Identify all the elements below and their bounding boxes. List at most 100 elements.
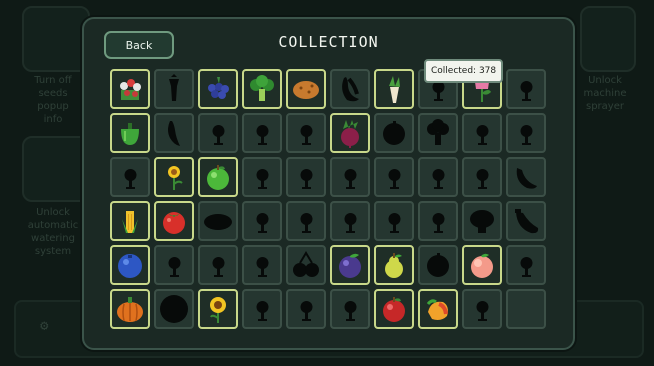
potato-icon xyxy=(291,74,321,104)
collection-slot[interactable] xyxy=(506,289,546,329)
collection-slot[interactable] xyxy=(330,157,370,197)
blueberry-icon xyxy=(115,250,145,280)
collection-slot[interactable] xyxy=(330,201,370,241)
collection-slot[interactable] xyxy=(110,245,150,285)
collection-slot[interactable] xyxy=(110,113,150,153)
tree-silhouette-icon xyxy=(511,250,541,280)
sunflower-icon xyxy=(203,294,233,324)
collection-slot[interactable] xyxy=(374,289,414,329)
tree-silhouette-icon xyxy=(203,250,233,280)
collection-slot[interactable] xyxy=(242,113,282,153)
collection-slot[interactable] xyxy=(374,113,414,153)
collection-slot[interactable] xyxy=(154,113,194,153)
collection-slot[interactable] xyxy=(374,69,414,109)
tree-silhouette-icon xyxy=(379,206,409,236)
corn-icon xyxy=(115,206,145,236)
collection-slot[interactable] xyxy=(154,245,194,285)
collection-slot[interactable] xyxy=(418,245,458,285)
collection-slot[interactable] xyxy=(198,289,238,329)
collection-slot[interactable] xyxy=(330,245,370,285)
collection-slot[interactable] xyxy=(198,201,238,241)
tree-silhouette-icon xyxy=(203,118,233,148)
collection-slot[interactable] xyxy=(110,157,150,197)
peach-icon xyxy=(467,250,497,280)
round-silhouette-icon xyxy=(423,250,453,280)
collection-slot[interactable] xyxy=(154,289,194,329)
collection-slot[interactable] xyxy=(242,201,282,241)
collection-slot[interactable] xyxy=(330,289,370,329)
tree-silhouette-icon xyxy=(467,118,497,148)
collection-slot[interactable] xyxy=(506,157,546,197)
collection-slot[interactable] xyxy=(462,113,502,153)
collection-slot[interactable] xyxy=(506,245,546,285)
collection-slot[interactable] xyxy=(242,69,282,109)
collection-slot[interactable] xyxy=(242,245,282,285)
collection-slot[interactable] xyxy=(198,69,238,109)
melon-silhouette-icon xyxy=(159,294,189,324)
collection-slot[interactable] xyxy=(198,157,238,197)
cucumber-silhouette-icon xyxy=(511,162,541,192)
collected-tooltip: Collected: 378 xyxy=(424,59,504,83)
collection-slot[interactable] xyxy=(154,201,194,241)
tree-silhouette-icon xyxy=(291,162,321,192)
collection-slot[interactable] xyxy=(506,113,546,153)
collection-slot[interactable] xyxy=(418,157,458,197)
tree-silhouette-icon xyxy=(511,74,541,104)
flower-bouquet-icon xyxy=(115,74,145,104)
collection-slot[interactable] xyxy=(198,113,238,153)
collection-slot[interactable] xyxy=(110,289,150,329)
collection-slot[interactable] xyxy=(374,201,414,241)
collection-slot[interactable] xyxy=(330,69,370,109)
gear-icon: ⚙ xyxy=(40,318,49,334)
parsnip-icon xyxy=(379,74,409,104)
tree-silhouette-icon xyxy=(247,118,277,148)
tree-silhouette-icon xyxy=(291,206,321,236)
blueberries-icon xyxy=(203,74,233,104)
tomato-icon xyxy=(159,206,189,236)
tree-silhouette-icon xyxy=(291,294,321,324)
tree-silhouette-icon xyxy=(247,162,277,192)
collection-slot[interactable] xyxy=(418,113,458,153)
collection-slot[interactable] xyxy=(242,157,282,197)
broccoli-silhouette-icon xyxy=(423,118,453,148)
collection-slot[interactable] xyxy=(154,69,194,109)
red-apple-icon xyxy=(379,294,409,324)
collection-slot[interactable] xyxy=(286,113,326,153)
collection-slot[interactable] xyxy=(286,201,326,241)
collection-slot[interactable] xyxy=(462,157,502,197)
carrot-silhouette-icon xyxy=(159,74,189,104)
collection-slot[interactable] xyxy=(330,113,370,153)
collection-slot[interactable] xyxy=(286,157,326,197)
collection-slot[interactable] xyxy=(286,245,326,285)
pear-icon xyxy=(379,250,409,280)
collection-slot[interactable] xyxy=(374,245,414,285)
collection-slot[interactable] xyxy=(506,69,546,109)
tree-silhouette-icon xyxy=(115,162,145,192)
collection-slot[interactable] xyxy=(286,289,326,329)
collection-slot[interactable] xyxy=(374,157,414,197)
collection-slot[interactable] xyxy=(462,245,502,285)
banana-silhouette-icon xyxy=(335,74,365,104)
collection-slot[interactable] xyxy=(462,201,502,241)
cherries-silhouette-icon xyxy=(291,250,321,280)
tree-silhouette-icon xyxy=(247,206,277,236)
collection-slot[interactable] xyxy=(418,289,458,329)
collection-slot[interactable] xyxy=(110,69,150,109)
collection-slot[interactable] xyxy=(198,245,238,285)
potato-silhouette-icon xyxy=(203,206,233,236)
bg-card xyxy=(580,6,636,72)
collection-slot[interactable] xyxy=(154,157,194,197)
bg-text: Unlock automatic watering system xyxy=(27,207,79,257)
collection-slot[interactable] xyxy=(110,201,150,241)
collection-slot[interactable] xyxy=(506,201,546,241)
collection-title: COLLECTION xyxy=(278,33,379,51)
tree-silhouette-icon xyxy=(467,162,497,192)
collection-slot[interactable] xyxy=(286,69,326,109)
plum-icon xyxy=(335,250,365,280)
collection-slot[interactable] xyxy=(242,289,282,329)
round-silhouette-icon xyxy=(379,118,409,148)
collection-slot[interactable] xyxy=(418,201,458,241)
bell-pepper-icon xyxy=(115,118,145,148)
collection-slot[interactable] xyxy=(462,289,502,329)
bg-card xyxy=(22,136,90,202)
